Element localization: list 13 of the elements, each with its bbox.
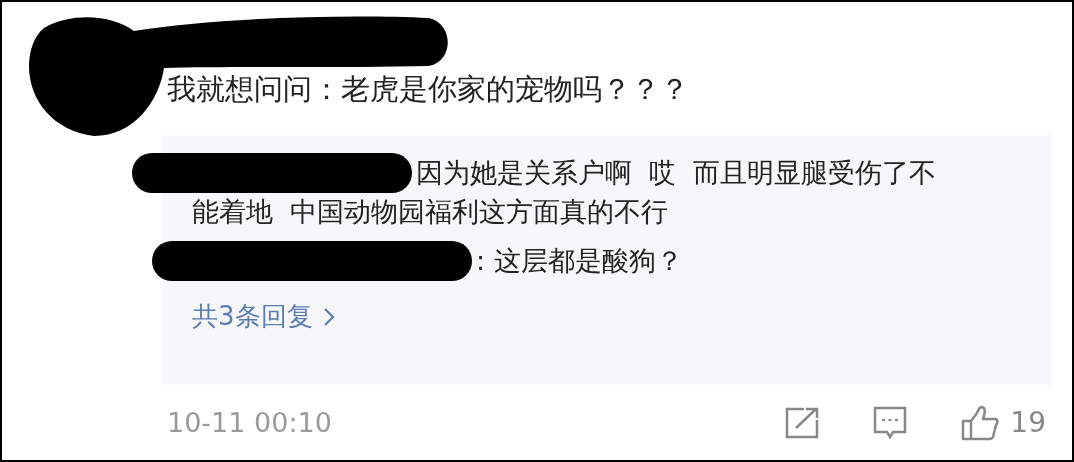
chevron-icon (322, 306, 335, 327)
reply-text: 因为她是关系户啊 哎 而且明显腿受伤了不 (416, 156, 937, 190)
thumbs-up-icon (960, 404, 1001, 441)
comment-icon (872, 404, 909, 441)
like-button[interactable]: 19 (960, 404, 1046, 441)
share-icon (784, 405, 821, 440)
share-button[interactable] (784, 405, 821, 440)
reply-text: : 这层都是酸狗？ (476, 244, 683, 278)
comment-button[interactable] (872, 404, 909, 441)
more-replies-link[interactable]: 共3条回复 (192, 299, 335, 334)
reply-text: 能着地 中国动物园福利这方面真的不行 (192, 195, 669, 229)
timestamp: 10-11 00:10 (167, 407, 333, 438)
comment-text: 我就想问问：老虎是你家的宠物吗？？？ (167, 72, 689, 107)
